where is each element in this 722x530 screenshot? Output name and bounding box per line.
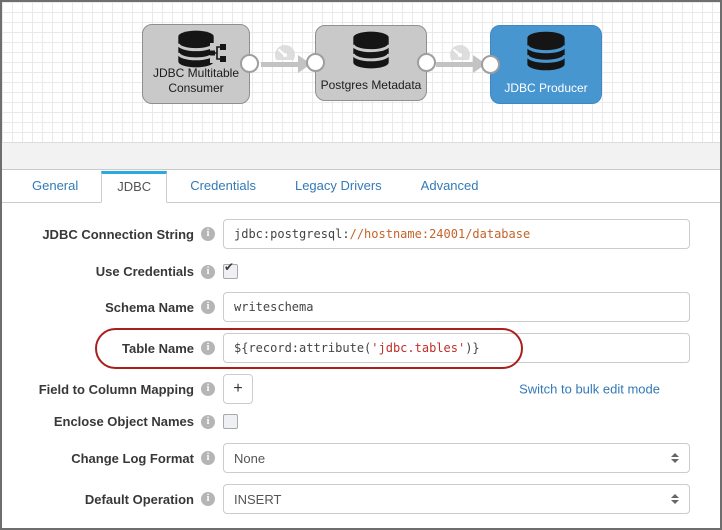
database-icon	[316, 31, 426, 69]
stage-postgres-metadata[interactable]: Postgres Metadata	[315, 25, 427, 101]
selected-value: None	[234, 451, 265, 466]
value-plain: writeschema	[234, 300, 313, 314]
row-use-credentials: Use Credentials i ✔	[2, 264, 720, 279]
output-connector[interactable]	[417, 53, 436, 72]
tab-advanced[interactable]: Advanced	[405, 170, 495, 202]
field-label: Field to Column Mapping	[14, 382, 194, 397]
field-label: Table Name	[14, 341, 194, 356]
app-window: JDBC Multitable Consumer Postgres M	[0, 0, 722, 530]
jdbc-connection-string-input[interactable]: jdbc:postgresql://hostname:24001/databas…	[223, 219, 690, 249]
info-icon[interactable]: i	[201, 265, 215, 279]
arrow-shaft	[436, 62, 476, 67]
pipeline-canvas: JDBC Multitable Consumer Postgres M	[2, 2, 720, 142]
output-connector[interactable]	[240, 54, 259, 73]
multitable-glyph	[210, 43, 227, 63]
field-label: Schema Name	[14, 300, 194, 315]
stream-arrow	[436, 55, 484, 73]
field-label: JDBC Connection String	[14, 227, 194, 242]
tab-general[interactable]: General	[16, 170, 94, 202]
stage-config-panel: General JDBC Credentials Legacy Drivers …	[2, 170, 720, 528]
stage-label: Postgres Metadata	[318, 78, 424, 93]
value-highlight: //hostname:24001/database	[350, 227, 531, 241]
row-default-operation: Default Operation i INSERT	[2, 484, 720, 514]
info-icon[interactable]: i	[201, 341, 215, 355]
info-icon[interactable]: i	[201, 300, 215, 314]
check-icon: ✔	[224, 260, 234, 274]
input-connector[interactable]	[481, 55, 500, 74]
row-change-log-format: Change Log Format i None	[2, 443, 720, 473]
field-label: Default Operation	[14, 492, 194, 507]
stage-label: JDBC Multitable Consumer	[145, 66, 247, 96]
value-highlight: 'jdbc.tables'	[371, 341, 465, 355]
value-plain: )}	[465, 341, 479, 355]
tab-credentials[interactable]: Credentials	[174, 170, 272, 202]
field-label: Enclose Object Names	[14, 414, 194, 429]
bulk-edit-link[interactable]: Switch to bulk edit mode	[519, 382, 660, 397]
enclose-object-names-checkbox[interactable]	[223, 414, 238, 429]
row-schema-name: Schema Name i writeschema	[2, 292, 720, 322]
default-operation-select[interactable]: INSERT	[223, 484, 690, 514]
info-icon[interactable]: i	[201, 451, 215, 465]
table-name-input[interactable]: ${record:attribute('jdbc.tables')}	[223, 333, 690, 363]
info-icon[interactable]: i	[201, 382, 215, 396]
info-icon[interactable]: i	[201, 227, 215, 241]
info-icon[interactable]: i	[201, 492, 215, 506]
tab-legacy-drivers[interactable]: Legacy Drivers	[279, 170, 398, 202]
value-plain: jdbc:postgresql:	[234, 227, 350, 241]
add-mapping-button[interactable]: +	[223, 374, 253, 404]
input-connector[interactable]	[306, 53, 325, 72]
selected-value: INSERT	[234, 492, 281, 507]
stage-jdbc-producer[interactable]: JDBC Producer	[490, 25, 602, 104]
arrow-shaft	[261, 62, 301, 67]
tab-jdbc[interactable]: JDBC	[101, 171, 167, 203]
value-plain: ${record:attribute(	[234, 341, 371, 355]
use-credentials-checkbox[interactable]: ✔	[223, 264, 238, 279]
gauge-icon	[273, 43, 297, 60]
config-form: JDBC Connection String i jdbc:postgresql…	[2, 219, 720, 514]
schema-name-input[interactable]: writeschema	[223, 292, 690, 322]
row-field-to-column-mapping: Field to Column Mapping i + Switch to bu…	[2, 374, 720, 404]
canvas-footer-strip	[2, 142, 720, 170]
row-enclose-object-names: Enclose Object Names i	[2, 414, 720, 429]
stepper-icon	[671, 453, 679, 463]
info-icon[interactable]: i	[201, 415, 215, 429]
field-label: Use Credentials	[14, 264, 194, 279]
stepper-icon	[671, 494, 679, 504]
database-icon	[143, 30, 249, 68]
stage-jdbc-multitable-consumer[interactable]: JDBC Multitable Consumer	[142, 24, 250, 104]
stream-arrow	[261, 55, 309, 73]
stage-label: JDBC Producer	[493, 81, 599, 96]
gauge-icon	[448, 43, 472, 60]
config-tab-bar: General JDBC Credentials Legacy Drivers …	[2, 170, 720, 203]
change-log-format-select[interactable]: None	[223, 443, 690, 473]
row-jdbc-connection-string: JDBC Connection String i jdbc:postgresql…	[2, 219, 720, 249]
row-table-name: Table Name i ${record:attribute('jdbc.ta…	[2, 333, 720, 363]
field-label: Change Log Format	[14, 451, 194, 466]
database-icon	[491, 31, 601, 71]
